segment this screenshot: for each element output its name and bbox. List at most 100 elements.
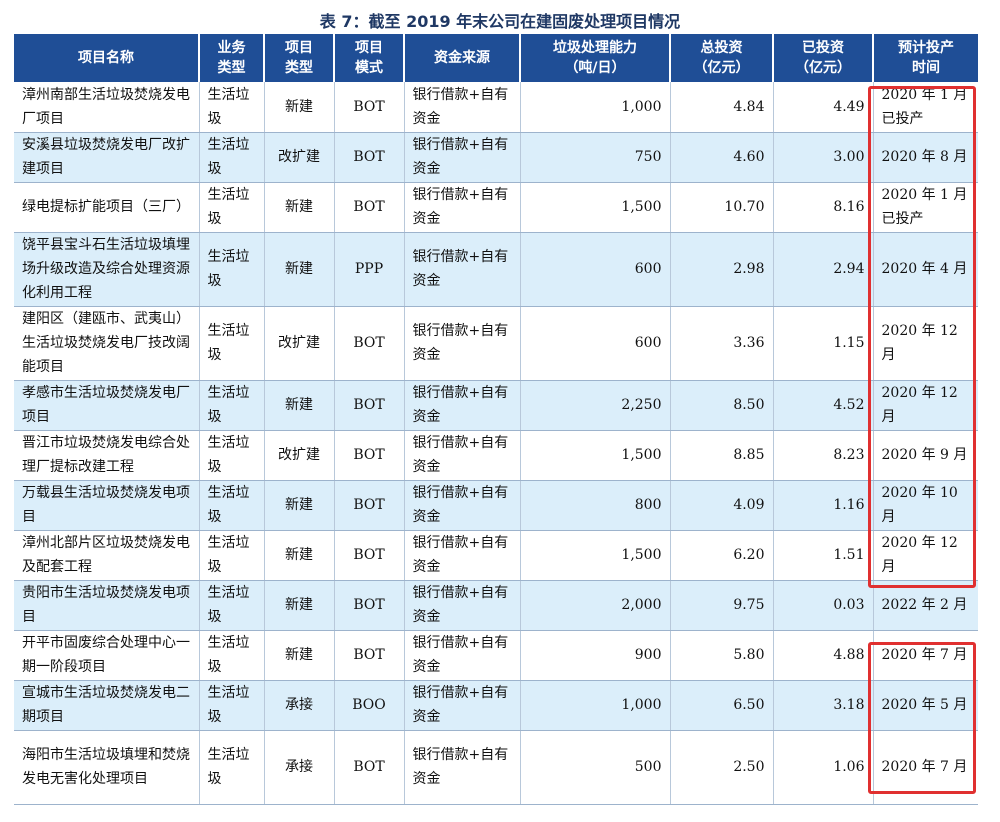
cell-invested: 1.16 [772,480,873,531]
cell-project-name: 贵阳市生活垃圾焚烧发电项目 [14,580,199,631]
table-title: 表 7：截至 2019 年末公司在建固废处理项目情况 [319,12,681,31]
cell-project-mode: BOT [333,82,404,133]
cell-total-investment: 8.85 [669,430,773,481]
cell-project-type: 改扩建 [263,132,334,183]
header-project-type: 项目 类型 [263,34,334,82]
cell-project-name: 漳州南部生活垃圾焚烧发电厂项目 [14,82,199,133]
cell-total-investment: 9.75 [669,580,773,631]
cell-project-type: 改扩建 [263,306,334,381]
table-row: 海阳市生活垃圾填埋和焚烧发电无害化处理项目 生活垃圾 承接 BOT 银行借款+自有资金 5… [14,730,978,805]
cell-funding-source: 银行借款+自有资金 [403,380,520,431]
cell-expected-time: 2020 年 4 月 [872,232,978,307]
cell-total-investment: 3.36 [669,306,773,381]
cell-project-mode: BOT [333,380,404,431]
table-row: 贵阳市生活垃圾焚烧发电项目 生活垃圾 新建 BOT 银行借款+自有资金 2,000 9.75… [14,580,978,631]
cell-funding-source: 银行借款+自有资金 [403,480,520,531]
cell-project-type: 新建 [263,580,334,631]
cell-business-type: 生活垃圾 [198,380,264,431]
cell-total-investment: 8.50 [669,380,773,431]
cell-business-type: 生活垃圾 [198,680,264,731]
cell-invested: 1.06 [772,730,873,805]
cell-capacity: 1,500 [519,430,670,481]
cell-project-type: 承接 [263,730,334,805]
cell-project-name: 孝感市生活垃圾焚烧发电厂项目 [14,380,199,431]
cell-funding-source: 银行借款+自有资金 [403,680,520,731]
cell-project-mode: BOT [333,132,404,183]
cell-expected-time: 2020 年 8 月 [872,132,978,183]
cell-project-mode: BOT [333,480,404,531]
cell-expected-time: 2022 年 2 月 [872,580,978,631]
cell-project-type: 新建 [263,232,334,307]
cell-expected-time: 2020 年 9 月 [872,430,978,481]
cell-project-mode: BOT [333,306,404,381]
table-row: 开平市固废综合处理中心一期一阶段项目 生活垃圾 新建 BOT 银行借款+自有资金 900 5… [14,630,978,681]
cell-capacity: 1,000 [519,82,670,133]
cell-total-investment: 6.50 [669,680,773,731]
cell-funding-source: 银行借款+自有资金 [403,430,520,481]
cell-business-type: 生活垃圾 [198,132,264,183]
cell-project-type: 新建 [263,182,334,233]
cell-expected-time: 2020 年 10 月 [872,480,978,531]
cell-capacity: 500 [519,730,670,805]
cell-total-investment: 6.20 [669,530,773,581]
cell-capacity: 800 [519,480,670,531]
header-funding-source: 资金来源 [403,34,520,82]
cell-funding-source: 银行借款+自有资金 [403,232,520,307]
cell-funding-source: 银行借款+自有资金 [403,306,520,381]
cell-funding-source: 银行借款+自有资金 [403,530,520,581]
table-row: 安溪县垃圾焚烧发电厂改扩建项目 生活垃圾 改扩建 BOT 银行借款+自有资金 750 4.6… [14,132,978,183]
cell-funding-source: 银行借款+自有资金 [403,580,520,631]
cell-project-type: 新建 [263,480,334,531]
cell-expected-time: 2020 年 12 月 [872,380,978,431]
cell-total-investment: 5.80 [669,630,773,681]
cell-project-name: 绿电提标扩能项目（三厂） [14,182,199,233]
cell-invested: 8.16 [772,182,873,233]
cell-business-type: 生活垃圾 [198,232,264,307]
projects-table: 项目名称 业务 类型 项目 类型 项目 模式 资金来源 垃圾处理能力 （吨/日）… [14,34,978,805]
cell-project-name: 宣城市生活垃圾焚烧发电二期项目 [14,680,199,731]
cell-project-type: 新建 [263,630,334,681]
cell-project-mode: PPP [333,232,404,307]
table-row: 绿电提标扩能项目（三厂） 生活垃圾 新建 BOT 银行借款+自有资金 1,500 10.70… [14,182,978,233]
header-project-mode: 项目 模式 [333,34,404,82]
cell-invested: 4.88 [772,630,873,681]
cell-invested: 2.94 [772,232,873,307]
cell-invested: 8.23 [772,430,873,481]
cell-project-name: 万载县生活垃圾焚烧发电项目 [14,480,199,531]
cell-project-name: 海阳市生活垃圾填埋和焚烧发电无害化处理项目 [14,730,199,805]
cell-project-mode: BOT [333,730,404,805]
cell-capacity: 1,500 [519,182,670,233]
cell-project-mode: BOT [333,580,404,631]
cell-funding-source: 银行借款+自有资金 [403,182,520,233]
cell-invested: 0.03 [772,580,873,631]
cell-capacity: 1,000 [519,680,670,731]
cell-project-name: 安溪县垃圾焚烧发电厂改扩建项目 [14,132,199,183]
cell-business-type: 生活垃圾 [198,730,264,805]
cell-capacity: 1,500 [519,530,670,581]
cell-project-name: 饶平县宝斗石生活垃圾填埋场升级改造及综合处理资源化利用工程 [14,232,199,307]
cell-invested: 4.52 [772,380,873,431]
cell-project-type: 承接 [263,680,334,731]
cell-project-mode: BOO [333,680,404,731]
cell-funding-source: 银行借款+自有资金 [403,132,520,183]
cell-capacity: 600 [519,232,670,307]
cell-business-type: 生活垃圾 [198,580,264,631]
header-row: 项目名称 业务 类型 项目 类型 项目 模式 资金来源 垃圾处理能力 （吨/日）… [14,34,978,82]
table-row: 漳州南部生活垃圾焚烧发电厂项目 生活垃圾 新建 BOT 银行借款+自有资金 1,000 4.… [14,82,978,133]
table-row: 晋江市垃圾焚烧发电综合处理厂提标改建工程 生活垃圾 改扩建 BOT 银行借款+自有资金 1… [14,430,978,481]
cell-total-investment: 2.50 [669,730,773,805]
table-row: 建阳区（建瓯市、武夷山）生活垃圾焚烧发电厂技改阔能项目 生活垃圾 改扩建 BOT 银行借… [14,306,978,381]
cell-business-type: 生活垃圾 [198,630,264,681]
cell-expected-time: 2020 年 7 月 [872,730,978,805]
cell-project-mode: BOT [333,630,404,681]
table-row: 宣城市生活垃圾焚烧发电二期项目 生活垃圾 承接 BOO 银行借款+自有资金 1,000 6.… [14,680,978,731]
header-invested: 已投资 （亿元） [772,34,873,82]
table-row: 万载县生活垃圾焚烧发电项目 生活垃圾 新建 BOT 银行借款+自有资金 800 4.09 1.… [14,480,978,531]
cell-business-type: 生活垃圾 [198,306,264,381]
table-row: 漳州北部片区垃圾焚烧发电及配套工程 生活垃圾 新建 BOT 银行借款+自有资金 1,500… [14,530,978,581]
cell-project-mode: BOT [333,530,404,581]
header-capacity: 垃圾处理能力 （吨/日） [519,34,670,82]
cell-project-type: 新建 [263,82,334,133]
cell-expected-time: 2020 年 12 月 [872,306,978,381]
cell-project-name: 漳州北部片区垃圾焚烧发电及配套工程 [14,530,199,581]
